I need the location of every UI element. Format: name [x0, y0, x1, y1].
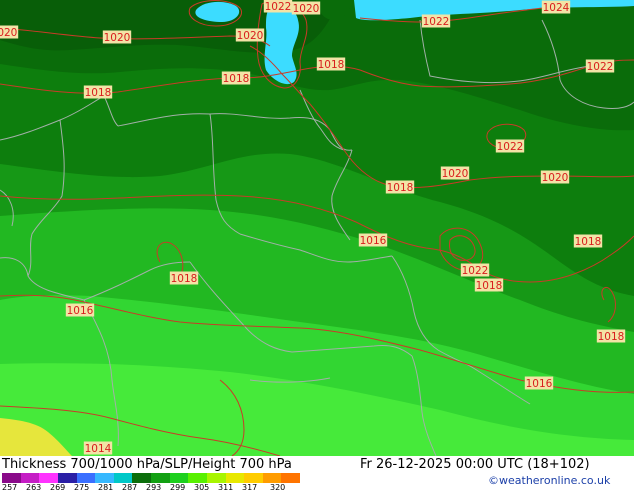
sea-caspian: [264, 5, 299, 85]
isobar-label: 1020: [442, 168, 469, 180]
isobar-label: 1016: [67, 305, 94, 317]
isobar-label: 1016: [526, 378, 553, 390]
scale-tick-label: 293: [146, 483, 162, 490]
scale-swatch: [188, 473, 207, 483]
isobar-label: 1018: [85, 87, 112, 99]
scale-tick-label: 317: [242, 483, 258, 490]
scale-swatch: [169, 473, 189, 483]
scale-swatch: [262, 473, 282, 483]
scale-tick-label: 257: [2, 483, 18, 490]
scale-swatch: [151, 473, 170, 483]
scale-tick-label: 320: [270, 483, 286, 490]
isobar-label: 1014: [85, 443, 112, 455]
scale-tick-label: 275: [74, 483, 90, 490]
thickness-map: 1020102210201022102410201020102210181018…: [0, 0, 634, 456]
scale-swatch: [20, 473, 40, 483]
scale-swatch: [76, 473, 96, 483]
scale-swatch: [2, 473, 21, 483]
isobar-label: 1020: [0, 27, 17, 39]
scale-swatch: [206, 473, 226, 483]
scale-swatch: [225, 473, 245, 483]
isobar-label: 1018: [598, 331, 625, 343]
isobar-label: 1018: [171, 273, 198, 285]
isobar-label: 1022: [462, 265, 489, 277]
isobar-label: 1018: [476, 280, 503, 292]
isobar-label: 1022: [587, 61, 614, 73]
scale-swatch: [95, 473, 114, 483]
map-title: Thickness 700/1000 hPa/SLP/Height 700 hP…: [2, 457, 292, 472]
source-credit[interactable]: ©weatheronline.co.uk: [488, 474, 610, 487]
weather-map-frame: 1020102210201022102410201020102210181018…: [0, 0, 634, 490]
scale-swatch: [57, 473, 77, 483]
scale-tick-label: 287: [122, 483, 138, 490]
scale-swatch: [39, 473, 58, 483]
isobar-label: 1018: [575, 236, 602, 248]
isobar-label: 1018: [387, 182, 414, 194]
isobar-label: 1016: [360, 235, 387, 247]
isobar-label: 1024: [543, 2, 570, 14]
scale-tick-label: 305: [194, 483, 210, 490]
isobar-label: 1020: [542, 172, 569, 184]
scale-swatch: [132, 473, 151, 483]
scale-tick-label: 263: [26, 483, 42, 490]
isobar-label: 1018: [318, 59, 345, 71]
isobar-label: 1020: [293, 3, 320, 15]
isobar-label: 1022: [497, 141, 524, 153]
scale-swatch: [281, 473, 300, 483]
scale-swatch: [113, 473, 133, 483]
isobar-label: 1018: [223, 73, 250, 85]
scale-tick-label: 269: [50, 483, 66, 490]
isobar-label: 1022: [423, 16, 450, 28]
scale-tick-label: 299: [170, 483, 186, 490]
color-scale: [2, 473, 300, 483]
scale-swatch: [244, 473, 263, 483]
isobar-label: 1020: [104, 32, 131, 44]
scale-tick-label: 311: [218, 483, 234, 490]
scale-tick-label: 281: [98, 483, 114, 490]
map-footer: Thickness 700/1000 hPa/SLP/Height 700 hP…: [0, 456, 634, 490]
isobar-label: 1020: [237, 30, 264, 42]
valid-time: Fr 26-12-2025 00:00 UTC (18+102): [360, 457, 590, 472]
isobar-label: 1022: [265, 1, 292, 13]
color-scale-ticks: 257 263 269 275 281 287 293 299 305 311 317 320: [2, 483, 322, 490]
